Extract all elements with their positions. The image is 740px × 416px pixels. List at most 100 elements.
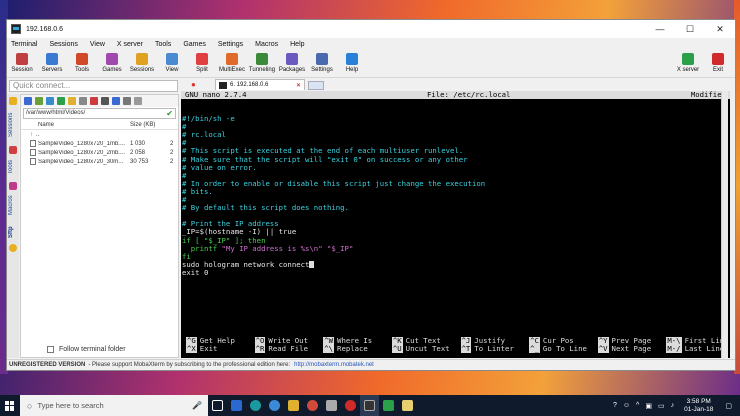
shortcut-item[interactable]: ^U Uncut Text (391, 344, 456, 353)
checkmark-icon[interactable]: ✔ (166, 109, 173, 118)
start-button[interactable] (0, 395, 20, 416)
microphone-icon[interactable]: 🎤 (192, 401, 202, 410)
delete-icon[interactable] (90, 97, 98, 105)
notes-icon[interactable] (398, 395, 417, 416)
name-column-header[interactable]: Name (38, 122, 130, 128)
quick-connect-input[interactable]: Quick connect... (9, 80, 178, 92)
battery-icon[interactable]: ▭ (658, 402, 665, 410)
refresh-icon[interactable] (57, 97, 65, 105)
nano-header: GNU nano 2.7.4 File: /etc/rc.local Modif… (181, 91, 730, 99)
terminal[interactable]: GNU nano 2.7.4 File: /etc/rc.local Modif… (181, 91, 730, 358)
new-file-icon[interactable] (79, 97, 87, 105)
opera-icon[interactable] (341, 395, 360, 416)
mobaxterm-app-icon (11, 24, 21, 34)
shortcut-item[interactable]: ^\ Replace (323, 344, 387, 353)
search-placeholder: Type here to search (37, 401, 104, 410)
side-tab-sessions[interactable]: Sessions (8, 108, 18, 142)
file-row[interactable]: SampleVideo_1280x720_1mb.... 1 030 2 (21, 139, 178, 148)
follow-checkbox[interactable] (47, 346, 54, 353)
network-icon[interactable]: ▣ (645, 402, 652, 410)
menu-item-view[interactable]: View (90, 41, 105, 48)
window-title: 192.168.0.6 (26, 25, 63, 33)
side-tab-macros[interactable]: Macros (8, 192, 18, 218)
tunneling-toolbar-button[interactable]: Tunneling (247, 50, 277, 77)
code-line: # value on error. (182, 162, 257, 172)
toolbar-label: Servers (41, 67, 63, 73)
shortcut-item[interactable]: ^X Exit (186, 344, 250, 353)
shortcut-item[interactable]: ^R Read File (254, 344, 319, 353)
help-icon[interactable]: ? (613, 402, 617, 409)
file-row[interactable]: SampleVideo_1280x720_30m... 30 753 2 (21, 157, 178, 166)
session-tab[interactable]: 6. 192.168.0.6 ✕ (215, 79, 305, 90)
shortcut-item[interactable]: ^V Next Page (597, 344, 662, 353)
more-icon[interactable] (134, 97, 142, 105)
sftp-path-field[interactable]: /var/www/html/Videos/ ✔ (23, 108, 176, 119)
app-icon-gray[interactable] (322, 395, 341, 416)
clock[interactable]: 3:58 PM 01-Jan-18 (684, 398, 713, 414)
menu-item-x-server[interactable]: X server (117, 41, 143, 48)
multiexec-toolbar-button[interactable]: MultiExec (217, 50, 247, 77)
task-view-icon[interactable] (208, 395, 227, 416)
packages-toolbar-button[interactable]: Packages (277, 50, 307, 77)
menu-item-sessions[interactable]: Sessions (49, 41, 77, 48)
home-icon[interactable] (35, 97, 43, 105)
close-button[interactable]: ✕ (705, 24, 735, 35)
tunneling-icon (256, 53, 268, 65)
terminal-scrollbar[interactable] (721, 91, 728, 358)
new-folder-icon[interactable] (68, 97, 76, 105)
up-folder-icon[interactable] (24, 97, 32, 105)
edge-icon[interactable] (265, 395, 284, 416)
side-tab-sftp[interactable]: Sftp (8, 222, 18, 242)
menu-item-tools[interactable]: Tools (155, 41, 171, 48)
clock-date: 01-Jan-18 (684, 405, 714, 413)
view-icon[interactable] (112, 97, 120, 105)
menu-item-terminal[interactable]: Terminal (11, 41, 37, 48)
minimize-button[interactable]: — (645, 24, 675, 34)
chrome-icon[interactable] (303, 395, 322, 416)
side-tab-tools[interactable]: Tools (8, 156, 18, 178)
exit-toolbar-button[interactable]: Exit (703, 50, 733, 77)
menu-item-settings[interactable]: Settings (218, 41, 243, 48)
session-toolbar-button[interactable]: Session (7, 50, 37, 77)
rename-icon[interactable] (101, 97, 109, 105)
green-app-icon[interactable] (379, 395, 398, 416)
arduino-icon[interactable] (246, 395, 265, 416)
follow-terminal-folder[interactable]: Follow terminal folder (47, 346, 126, 353)
people-icon[interactable]: ☺ (623, 402, 630, 409)
toolbar-label: MultiExec (218, 67, 245, 73)
home-tab-icon[interactable]: ● (191, 80, 205, 90)
notifications-icon[interactable]: ▢ (725, 402, 732, 410)
x-server-toolbar-button[interactable]: X server (673, 50, 703, 77)
store-icon[interactable] (227, 395, 246, 416)
search-icon: ○ (27, 400, 33, 411)
help-toolbar-button[interactable]: Help (337, 50, 367, 77)
sessions-toolbar-button[interactable]: Sessions (127, 50, 157, 77)
games-toolbar-button[interactable]: Games (97, 50, 127, 77)
maximize-button[interactable]: ☐ (675, 24, 705, 35)
servers-toolbar-button[interactable]: Servers (37, 50, 67, 77)
search-icon[interactable] (123, 97, 131, 105)
file-explorer-icon[interactable] (284, 395, 303, 416)
shortcut-item[interactable]: ^T To Linter (460, 344, 525, 353)
menu-item-macros[interactable]: Macros (255, 41, 278, 48)
menu-item-games[interactable]: Games (183, 41, 206, 48)
view-toolbar-button[interactable]: View (157, 50, 187, 77)
tools-toolbar-button[interactable]: Tools (67, 50, 97, 77)
mobaxterm-link[interactable]: http://mobaxterm.mobatek.net (294, 362, 374, 368)
taskbar-search[interactable]: ○ Type here to search 🎤 (20, 395, 208, 416)
new-tab-button[interactable] (308, 81, 324, 90)
volume-icon[interactable]: ♪ (671, 402, 675, 409)
download-icon[interactable] (46, 97, 54, 105)
menu-item-help[interactable]: Help (290, 41, 304, 48)
editor-content[interactable]: #!/bin/sh -e # # rc.local # # This script is… (181, 99, 730, 293)
title-bar[interactable]: 192.168.0.6 — ☐ ✕ (7, 20, 735, 38)
size-column-header[interactable]: Size (KB) (130, 122, 170, 128)
tray-chevron-icon[interactable]: ^ (636, 402, 639, 409)
split-toolbar-button[interactable]: Split (187, 50, 217, 77)
list-item-parent[interactable]: ↑ .. (21, 130, 178, 139)
file-row[interactable]: SampleVideo_1280x720_2mb.... 2 058 2 (21, 148, 178, 157)
mobaxterm-taskbar-icon[interactable] (360, 395, 379, 416)
shortcut-item[interactable]: ^_ Go To Line (529, 344, 593, 353)
tab-close-icon[interactable]: ✕ (296, 82, 301, 89)
settings-toolbar-button[interactable]: Settings (307, 50, 337, 77)
